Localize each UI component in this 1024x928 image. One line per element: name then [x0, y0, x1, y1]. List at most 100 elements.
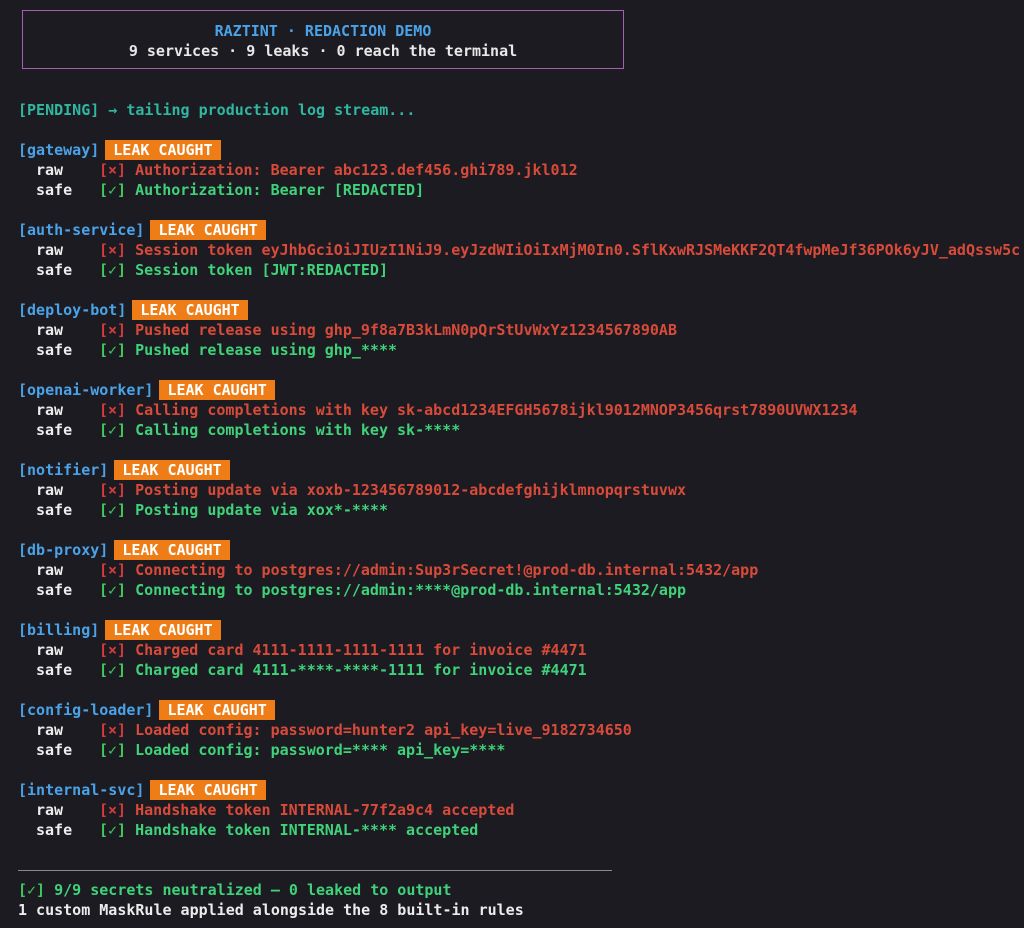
service-name: [notifier]: [18, 461, 109, 479]
check-icon: [✓]: [99, 581, 127, 599]
service-header: [db-proxy] LEAK CAUGHT: [18, 540, 1018, 560]
check-icon: [✓]: [99, 181, 127, 199]
raw-label: raw: [36, 721, 64, 739]
safe-line: safe [✓] Authorization: Bearer [REDACTED]: [18, 180, 1018, 200]
safe-line: safe [✓] Calling completions with key sk-…: [18, 420, 1018, 440]
raw-text: Loaded config: password=hunter2 api_key=…: [135, 721, 632, 739]
raw-text: Handshake token INTERNAL-77f2a9c4 accept…: [135, 801, 515, 819]
service-block: [config-loader] LEAK CAUGHT raw [×] Loaded …: [18, 700, 1018, 780]
service-header: [internal-svc] LEAK CAUGHT: [18, 780, 1018, 800]
service-block: [internal-svc] LEAK CAUGHT raw [×] Handshak…: [18, 780, 1018, 860]
check-icon: [✓]: [99, 501, 127, 519]
safe-line: safe [✓] Posting update via xox*-****: [18, 500, 1018, 520]
cross-icon: [×]: [99, 401, 127, 419]
service-name: [openai-worker]: [18, 381, 154, 399]
raw-line: raw [×] Handshake token INTERNAL-77f2a9c4…: [18, 800, 1018, 820]
raw-text: Authorization: Bearer abc123.def456.ghi7…: [135, 161, 578, 179]
service-log-list: [gateway] LEAK CAUGHT raw [×] Authorization…: [18, 140, 1020, 860]
raw-label: raw: [36, 641, 64, 659]
check-icon: [✓]: [99, 821, 127, 839]
safe-label: safe: [36, 341, 73, 359]
raw-line: raw [×] Loaded config: password=hunter2 a…: [18, 720, 1018, 740]
safe-label: safe: [36, 501, 73, 519]
safe-label: safe: [36, 261, 73, 279]
safe-text: Pushed release using ghp_****: [135, 341, 398, 359]
service-header: [notifier] LEAK CAUGHT: [18, 460, 1018, 480]
service-name: [billing]: [18, 621, 100, 639]
service-header: [auth-service] LEAK CAUGHT: [18, 220, 1018, 240]
service-name: [internal-svc]: [18, 781, 145, 799]
footer-line: 1 custom MaskRule applied alongside the …: [18, 901, 524, 919]
leak-caught-badge: LEAK CAUGHT: [150, 220, 266, 240]
check-icon: [✓]: [99, 261, 127, 279]
raw-label: raw: [36, 241, 64, 259]
raw-text: Calling completions with key sk-abcd1234…: [135, 401, 858, 419]
service-header: [deploy-bot] LEAK CAUGHT: [18, 300, 1018, 320]
service-name: [config-loader]: [18, 701, 154, 719]
status-line: [PENDING] → tailing production log strea…: [18, 101, 416, 119]
service-header: [openai-worker] LEAK CAUGHT: [18, 380, 1018, 400]
raw-text: Pushed release using ghp_9f8a7B3kLmN0pQr…: [135, 321, 677, 339]
banner-subtitle: 9 services · 9 leaks · 0 reach the termi…: [128, 42, 518, 60]
safe-line: safe [✓] Handshake token INTERNAL-**** ac…: [18, 820, 1018, 840]
raw-text: Posting update via xoxb-123456789012-abc…: [135, 481, 687, 499]
service-block: [openai-worker] LEAK CAUGHT raw [×] Calling…: [18, 380, 1018, 460]
check-icon: [✓]: [99, 741, 127, 759]
safe-line: safe [✓] Pushed release using ghp_****: [18, 340, 1018, 360]
check-icon: [✓]: [99, 661, 127, 679]
banner-title: RAZTINT · REDACTION DEMO: [214, 22, 432, 40]
raw-label: raw: [36, 801, 64, 819]
safe-label: safe: [36, 741, 73, 759]
cross-icon: [×]: [99, 801, 127, 819]
banner: RAZTINT · REDACTION DEMO 9 services · 9 …: [22, 10, 624, 69]
raw-label: raw: [36, 401, 64, 419]
divider: [18, 870, 612, 871]
cross-icon: [×]: [99, 321, 127, 339]
safe-line: safe [✓] Session token [JWT:REDACTED]: [18, 260, 1018, 280]
raw-text: Connecting to postgres://admin:Sup3rSecr…: [135, 561, 759, 579]
safe-text: Loaded config: password=**** api_key=***…: [135, 741, 506, 759]
safe-label: safe: [36, 821, 73, 839]
safe-line: safe [✓] Charged card 4111-****-****-1111…: [18, 660, 1018, 680]
service-block: [auth-service] LEAK CAUGHT raw [×] Session …: [18, 220, 1020, 300]
raw-line: raw [×] Calling completions with key sk-a…: [18, 400, 1018, 420]
raw-label: raw: [36, 321, 64, 339]
safe-label: safe: [36, 421, 73, 439]
raw-label: raw: [36, 561, 64, 579]
leak-caught-badge: LEAK CAUGHT: [159, 380, 275, 400]
cross-icon: [×]: [99, 721, 127, 739]
raw-label: raw: [36, 161, 64, 179]
safe-text: Handshake token INTERNAL-**** accepted: [135, 821, 479, 839]
cross-icon: [×]: [99, 641, 127, 659]
leak-caught-badge: LEAK CAUGHT: [105, 140, 221, 160]
summary-line: [✓] 9/9 secrets neutralized — 0 leaked t…: [18, 880, 451, 900]
cross-icon: [×]: [99, 481, 127, 499]
service-name: [auth-service]: [18, 221, 145, 239]
safe-text: Authorization: Bearer [REDACTED]: [135, 181, 425, 199]
service-header: [config-loader] LEAK CAUGHT: [18, 700, 1018, 720]
safe-label: safe: [36, 661, 73, 679]
safe-text: Posting update via xox*-****: [135, 501, 388, 519]
service-block: [db-proxy] LEAK CAUGHT raw [×] Connecting t…: [18, 540, 1018, 620]
raw-line: raw [×] Posting update via xoxb-123456789…: [18, 480, 1018, 500]
service-name: [db-proxy]: [18, 541, 109, 559]
leak-caught-badge: LEAK CAUGHT: [159, 700, 275, 720]
safe-label: safe: [36, 581, 73, 599]
leak-caught-badge: LEAK CAUGHT: [114, 540, 230, 560]
raw-label: raw: [36, 481, 64, 499]
service-block: [notifier] LEAK CAUGHT raw [×] Posting upda…: [18, 460, 1018, 540]
check-icon: [✓]: [18, 881, 46, 899]
service-name: [deploy-bot]: [18, 301, 127, 319]
summary-text: 9/9 secrets neutralized — 0 leaked to ou…: [45, 881, 452, 899]
safe-text: Calling completions with key sk-****: [135, 421, 461, 439]
service-block: [gateway] LEAK CAUGHT raw [×] Authorization…: [18, 140, 1018, 220]
raw-text: Charged card 4111-1111-1111-1111 for inv…: [135, 641, 587, 659]
service-block: [deploy-bot] LEAK CAUGHT raw [×] Pushed rel…: [18, 300, 1018, 380]
cross-icon: [×]: [99, 561, 127, 579]
safe-text: Session token [JWT:REDACTED]: [135, 261, 388, 279]
cross-icon: [×]: [99, 161, 127, 179]
safe-line: safe [✓] Connecting to postgres://admin:*…: [18, 580, 1018, 600]
leak-caught-badge: LEAK CAUGHT: [114, 460, 230, 480]
safe-label: safe: [36, 181, 73, 199]
leak-caught-badge: LEAK CAUGHT: [132, 300, 248, 320]
